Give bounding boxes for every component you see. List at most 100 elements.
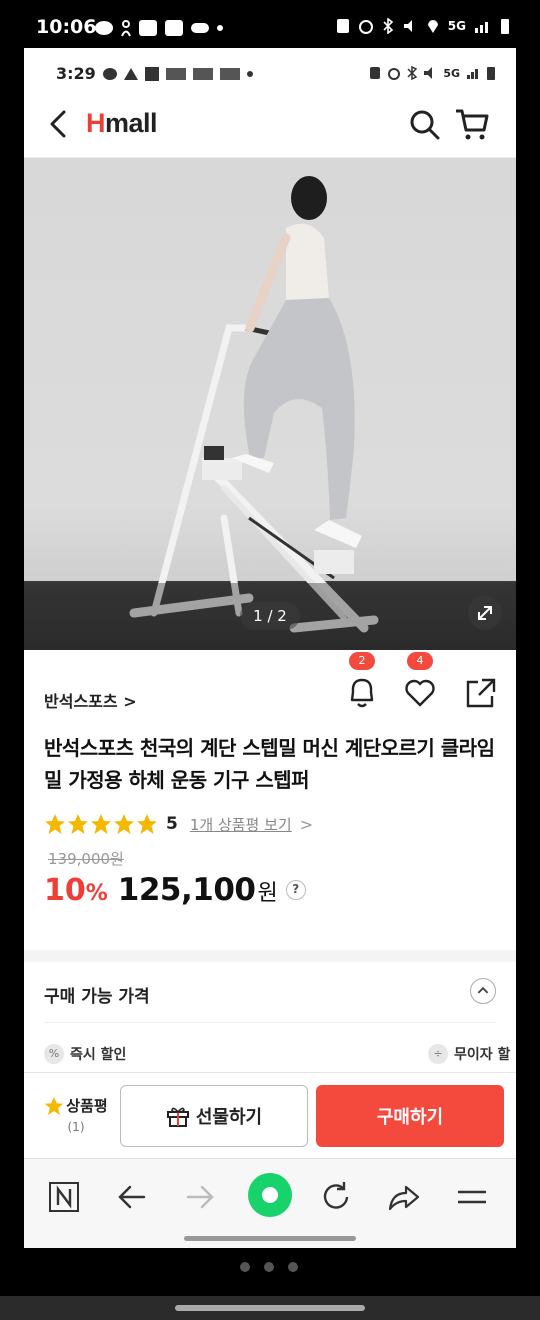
battery-icon [487, 67, 495, 80]
outer-home-indicator[interactable] [175, 1305, 365, 1311]
inner-notification-icons [102, 66, 254, 82]
logo-mall: mall [105, 108, 158, 138]
bluetooth-icon [407, 66, 418, 80]
bluetooth-icon [383, 18, 394, 34]
game-icon [191, 23, 209, 33]
mute-icon [403, 20, 412, 32]
purchase-price-section: 구매 가능 가격 % 즉시 할인 ÷ 무이자 할 [24, 962, 516, 1072]
naver-icon [145, 67, 159, 81]
more-dot-icon [247, 71, 253, 77]
product-info: 반석스포츠 > 2 4 반석스포츠 천국의 계단 스텝밀 머신 계단오르기 클라… [24, 650, 516, 950]
star-icon [68, 814, 88, 834]
share-arrow-icon[interactable] [386, 1179, 422, 1215]
gift-button-label: 선물하기 [195, 1107, 263, 1128]
app-icon [166, 68, 186, 80]
buy-button[interactable]: 구매하기 [316, 1085, 504, 1147]
expand-icon[interactable] [468, 596, 502, 630]
star-icon [45, 1096, 64, 1115]
section-divider [24, 950, 516, 962]
star-icon [91, 814, 111, 834]
gift-button[interactable]: 선물하기 [120, 1085, 308, 1147]
menu-icon[interactable] [454, 1179, 490, 1215]
benefit-instant-discount: % 즉시 할인 [44, 1044, 126, 1064]
benefit-label: 무이자 할 [454, 1047, 511, 1063]
page-indicator [240, 1262, 298, 1272]
mute-icon [424, 67, 433, 79]
star-icon [45, 814, 65, 834]
purchase-bar: 상품평 (1) 선물하기 구매하기 [24, 1072, 516, 1158]
review-chevron[interactable]: > [300, 815, 313, 834]
page-dot [288, 1262, 298, 1272]
app-icon [165, 20, 183, 36]
inner-status-bar: 3:29 5G [24, 48, 516, 92]
app-icon [139, 20, 157, 36]
heart-icon [405, 679, 435, 707]
hmall-logo[interactable]: Hmall [86, 108, 158, 139]
inner-home-indicator[interactable] [184, 1236, 356, 1241]
review-tab[interactable]: 상품평 (1) [38, 1095, 114, 1134]
star-icon [137, 814, 157, 834]
star-icon [114, 814, 134, 834]
alarm-icon [388, 68, 401, 80]
page-dot [240, 1262, 250, 1272]
app-icon [193, 68, 213, 80]
cart-icon[interactable] [454, 106, 490, 142]
wishlist-badge: 4 [407, 652, 433, 670]
review-link[interactable]: 1개 상품평 보기 [190, 814, 292, 835]
brand-name: 반석스포츠 [44, 692, 118, 711]
share-icon [466, 678, 496, 708]
divide-icon: ÷ [428, 1044, 448, 1064]
image-counter: 1 / 2 [240, 602, 300, 630]
warning-icon [124, 68, 138, 80]
product-title: 반석스포츠 천국의 계단 스텝밀 머신 계단오르기 클라임밀 가정용 하체 운동… [44, 736, 495, 792]
inner-system-icons: 5G [369, 65, 496, 81]
brand-chevron: > [123, 692, 137, 711]
alert-button[interactable]: 2 [346, 652, 378, 710]
benefit-installment: ÷ 무이자 할 [428, 1044, 510, 1064]
product-photo [24, 176, 516, 650]
price-help-icon[interactable]: ? [285, 880, 306, 900]
currency-label: 원 [257, 881, 278, 906]
search-icon[interactable] [408, 108, 442, 142]
bell-icon [350, 678, 374, 708]
share-button[interactable] [464, 676, 496, 710]
buy-button-label: 구매하기 [376, 1107, 444, 1128]
percent-icon: % [44, 1044, 64, 1064]
page-dot [264, 1262, 274, 1272]
brand-link[interactable]: 반석스포츠 > [44, 688, 137, 712]
browser-toolbar [24, 1158, 516, 1248]
discount-unit: % [85, 881, 108, 906]
talk-icon [103, 68, 117, 80]
nfc-icon [370, 67, 381, 79]
product-image-carousel[interactable]: 1 / 2 [24, 158, 516, 650]
chevron-up-icon[interactable] [470, 978, 496, 1004]
alert-badge: 2 [349, 652, 375, 670]
app-icon [220, 68, 240, 80]
battery-icon [501, 19, 509, 34]
discount-rate: 10 [44, 873, 86, 908]
back-icon[interactable] [114, 1179, 150, 1215]
benefit-label: 즉시 할인 [70, 1047, 127, 1063]
location-icon [427, 20, 438, 33]
refresh-icon[interactable] [318, 1179, 354, 1215]
home-green-icon[interactable] [246, 1171, 294, 1219]
network-label: 5G [447, 19, 466, 33]
rating-score: 5 [166, 814, 178, 834]
person-icon [121, 20, 131, 37]
app-header: Hmall [24, 91, 516, 158]
outer-status-bar: 10:06 5G [0, 0, 540, 48]
naver-icon[interactable] [46, 1179, 82, 1215]
gift-icon [166, 1107, 189, 1127]
nfc-icon [336, 19, 349, 33]
talk-icon [95, 21, 113, 35]
inner-clock: 3:29 [56, 64, 96, 83]
forward-icon[interactable] [182, 1179, 218, 1215]
review-count: (1) [67, 1120, 85, 1134]
outer-system-icons: 5G [336, 17, 510, 35]
outer-clock: 10:06 [36, 16, 97, 38]
network-label: 5G [443, 66, 460, 80]
rating-row: 5 1개 상품평 보기 > [44, 810, 313, 838]
wishlist-button[interactable]: 4 [404, 652, 436, 710]
more-dot-icon [217, 25, 223, 31]
back-arrow-icon[interactable] [44, 106, 74, 142]
